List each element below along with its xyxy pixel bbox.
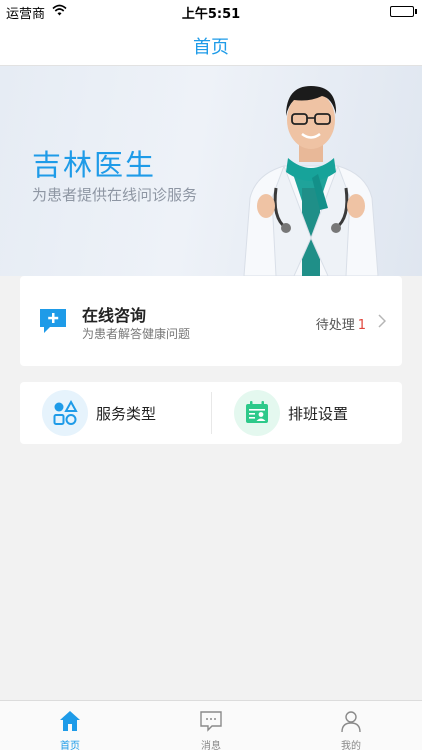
hero-banner: 吉林医生 为患者提供在线问诊服务	[0, 66, 422, 276]
tab-profile-label: 我的	[341, 741, 361, 750]
home-icon	[58, 709, 82, 737]
tab-messages-label: 消息	[201, 741, 221, 750]
schedule-calendar-icon	[234, 390, 280, 436]
service-type-button[interactable]: 服务类型	[20, 382, 210, 444]
nav-bar: 首页	[0, 22, 422, 66]
pending-status: 待处理 1	[316, 314, 366, 333]
message-icon	[199, 709, 223, 737]
consultation-subtitle: 为患者解答健康问题	[82, 327, 191, 341]
doctor-illustration	[243, 86, 379, 276]
chat-plus-icon	[38, 307, 68, 339]
user-icon	[339, 709, 363, 737]
schedule-settings-label: 排班设置	[288, 405, 349, 423]
banner-subtitle: 为患者提供在线问诊服务	[32, 186, 198, 204]
banner-title: 吉林医生	[32, 148, 157, 182]
page-title: 首页	[193, 37, 229, 58]
tab-home[interactable]: 首页	[0, 701, 140, 750]
online-consultation-card[interactable]: 在线咨询 为患者解答健康问题 待处理 1	[20, 276, 402, 366]
battery-tip	[415, 9, 417, 14]
chevron-right-icon	[378, 313, 387, 332]
tab-home-label: 首页	[60, 741, 80, 750]
battery-icon	[390, 6, 414, 17]
status-time: 上午5:51	[181, 7, 241, 22]
consultation-title: 在线咨询	[82, 306, 147, 325]
status-bar: 运营商 上午5:51	[0, 0, 422, 22]
pending-count: 1	[357, 318, 366, 333]
pending-label: 待处理	[315, 318, 355, 333]
schedule-settings-button[interactable]: 排班设置	[212, 382, 402, 444]
tab-messages[interactable]: 消息	[141, 701, 281, 750]
tab-bar: 首页 消息 我的	[0, 700, 422, 750]
tab-profile[interactable]: 我的	[281, 701, 421, 750]
quick-services-card: 服务类型 排班设置	[20, 382, 402, 444]
category-grid-icon	[42, 390, 88, 436]
service-type-label: 服务类型	[96, 405, 157, 423]
